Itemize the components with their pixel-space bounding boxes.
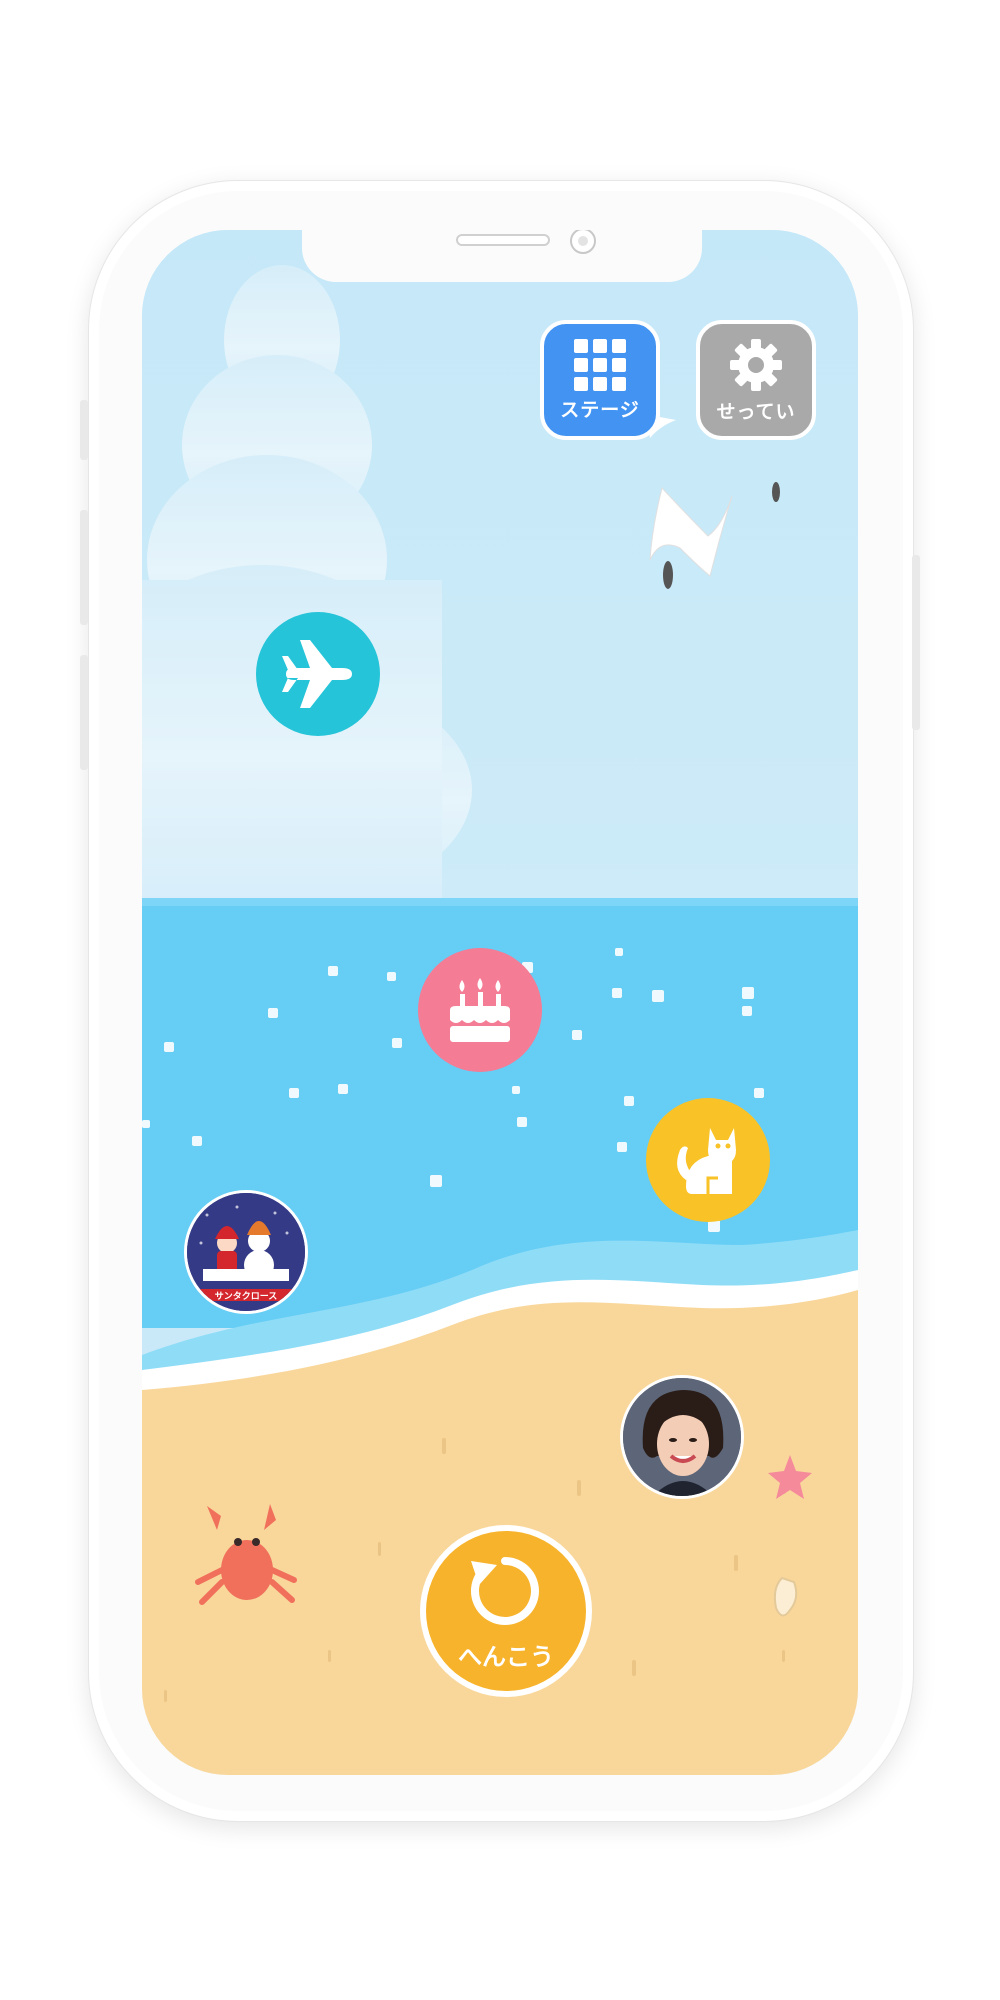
speaker: [456, 234, 550, 246]
cat-icon: [677, 1128, 736, 1194]
santa-claus-thumbnail[interactable]: サンタクロース: [184, 1190, 308, 1314]
phone-notch: [302, 230, 702, 282]
thumbnail-caption: サンタクロース: [214, 1292, 278, 1302]
front-camera: [570, 230, 596, 254]
airplane-icon: [282, 640, 352, 708]
settings-button[interactable]: せってい: [696, 320, 816, 440]
phone-volume-down: [80, 655, 88, 770]
phone-volume-up: [80, 510, 88, 625]
stage-button-label: ステージ: [560, 398, 640, 421]
reset-button-ring: へんこう: [420, 1525, 592, 1697]
phone-mute-switch: [80, 400, 88, 460]
app-screen: ステージ せってい サンタクロース へんこう: [142, 230, 858, 1775]
settings-button-label: せってい: [716, 400, 796, 423]
phone-power-button: [912, 555, 920, 730]
cat-button[interactable]: [646, 1098, 770, 1222]
airplane-button[interactable]: [256, 612, 380, 736]
portrait-avatar[interactable]: [620, 1375, 744, 1499]
reset-button[interactable]: へんこう: [426, 1531, 586, 1691]
birthday-cake-icon: [450, 978, 510, 1042]
cake-button[interactable]: [418, 948, 542, 1072]
rotate-icon: [471, 1556, 539, 1625]
stage-button[interactable]: ステージ: [540, 320, 660, 440]
reset-button-label: へんこう: [458, 1642, 554, 1671]
grid-icon: [574, 338, 626, 391]
gear-icon: [730, 338, 782, 391]
portrait-photo: [623, 1378, 741, 1496]
